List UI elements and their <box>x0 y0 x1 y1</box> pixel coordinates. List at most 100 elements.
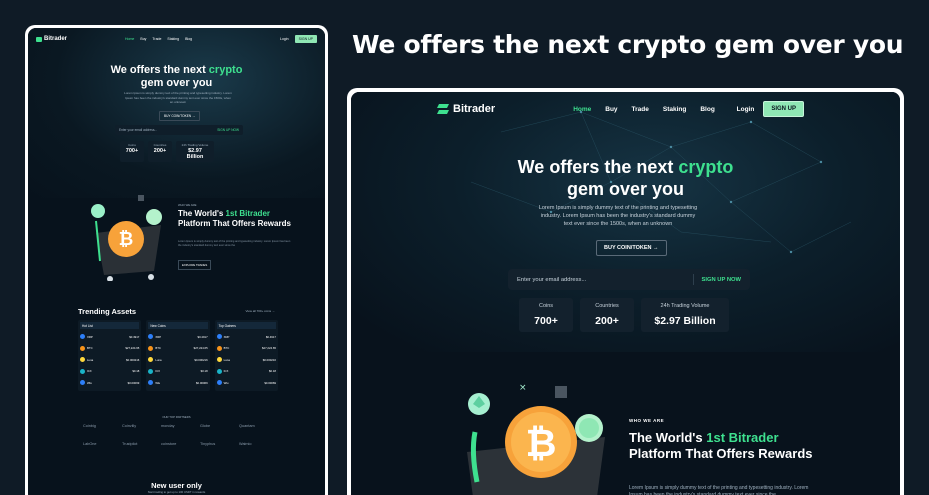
coin-icon <box>216 368 222 374</box>
partner-logo: monday <box>161 424 175 428</box>
table-row[interactable]: Wlu $0.00069 <box>216 377 276 389</box>
stat-value: $2.97 Billion <box>654 315 716 327</box>
mini-nav-staking[interactable]: Staking <box>167 37 179 41</box>
svg-text:₿: ₿ <box>526 423 557 465</box>
table-row[interactable]: Luna $0.000216 <box>148 354 208 366</box>
stat-label: 24h Trading Volume <box>660 303 710 309</box>
trending-assets-title: Trending Assets <box>78 307 137 316</box>
logo-icon <box>437 104 449 114</box>
mini-buy-coin-button[interactable]: BUY COIN/TOKEN → <box>159 111 201 121</box>
coin-cell: ICX <box>216 368 228 374</box>
signup-now-button[interactable]: SIGN UP NOW <box>701 277 741 283</box>
table-row[interactable]: XRP $0.4917 <box>80 331 139 343</box>
buy-coin-button[interactable]: BUY COIN/TOKEN → <box>596 240 667 256</box>
mini-nav-trade[interactable]: Trade <box>152 37 161 41</box>
coin-icon <box>80 334 85 340</box>
table-row[interactable]: XRP $0.4917 <box>148 331 208 343</box>
coin-icon <box>216 357 222 363</box>
coin-symbol: Wlu <box>87 380 92 385</box>
table-row[interactable]: ICX $0.18 <box>80 366 139 378</box>
mini-login-link[interactable]: Login <box>280 37 289 41</box>
partner-logo: LabOne <box>83 442 97 446</box>
coin-icon <box>80 368 85 374</box>
hero-preview-card: Bitrader Home Buy Trade Staking Blog Log… <box>347 88 904 495</box>
mini-email-placeholder[interactable]: Enter your email address... <box>119 128 157 132</box>
coin-cell: XRP <box>216 334 229 340</box>
mini-hero-subtitle: Lorem Ipsum is simply dummy text of the … <box>124 91 232 104</box>
nav-staking[interactable]: Staking <box>663 106 686 113</box>
table-row[interactable]: Wlu $0.00069 <box>80 377 139 389</box>
mini-nav-home[interactable]: Home <box>125 37 134 41</box>
coin-price: $0.18 <box>200 369 208 374</box>
about-title: The World's 1st Bitrader Platform That O… <box>629 430 813 461</box>
hero-preview: Bitrader Home Buy Trade Staking Blog Log… <box>351 92 900 495</box>
nav-buy[interactable]: Buy <box>605 106 617 113</box>
email-signup-form: Enter your email address... SIGN UP NOW <box>508 269 750 290</box>
mini-navbar: Bitrader Home Buy Trade Staking Blog Log… <box>36 34 317 44</box>
view-all-coins-link[interactable]: View all 700+ coins → <box>245 309 275 313</box>
signup-button[interactable]: SIGN UP <box>763 101 804 117</box>
table-row[interactable]: Luna $0.000216 <box>80 354 139 366</box>
coin-price: $0.4917 <box>265 334 276 339</box>
login-link[interactable]: Login <box>737 106 755 113</box>
nav-home[interactable]: Home <box>573 106 591 113</box>
mini-about-eyebrow: WHO WE ARE <box>178 203 197 207</box>
brand-logo[interactable]: Bitrader <box>437 103 495 115</box>
mini-logo[interactable]: Bitrader <box>36 36 67 42</box>
coin-price: $0.000216 <box>194 357 208 362</box>
partner-logo: Coinvilly <box>122 424 137 428</box>
coin-price: $0.4917 <box>129 334 140 339</box>
coin-icon <box>80 380 85 386</box>
coin-price: $0.00069 <box>195 380 208 385</box>
trending-table: Hot List XRP $0.4917 BTC $27,224.65 Luna $0.00… <box>78 320 142 391</box>
full-page-preview: Bitrader Home Buy Trade Staking Blog Log… <box>28 28 325 495</box>
coin-symbol: Wlu <box>223 380 229 385</box>
trending-table-header[interactable]: Top Gainers <box>216 322 276 329</box>
mini-explore-trades-button[interactable]: EXPLORE TRADES <box>178 260 212 270</box>
coin-symbol: Wlu <box>155 380 161 385</box>
table-row[interactable]: BTC $27,224.65 <box>216 343 276 355</box>
coin-symbol: XRP <box>155 334 162 339</box>
crypto-cart-illustration: ₿ <box>91 195 162 281</box>
table-row[interactable]: Wlu $0.00069 <box>148 377 208 389</box>
coin-symbol: XRP <box>87 334 93 339</box>
partner-logo: Tinyphus <box>200 442 216 446</box>
coin-symbol: Luna <box>155 357 162 362</box>
coin-symbol: BTC <box>87 346 93 351</box>
mini-signup-button[interactable]: SIGN UP <box>294 35 317 43</box>
coin-cell: BTC <box>80 345 93 351</box>
coin-icon <box>80 357 85 363</box>
table-row[interactable]: Luna $0.000216 <box>216 354 276 366</box>
mini-stats: Coins 700+ Countries 200+ 24h Trading Volu… <box>120 141 214 162</box>
coin-cell: BTC <box>216 345 230 351</box>
full-page-preview-card: Bitrader Home Buy Trade Staking Blog Log… <box>25 25 328 495</box>
trending-table-header[interactable]: Hot List <box>80 322 140 329</box>
coin-icon <box>148 334 154 340</box>
table-row[interactable]: XRP $0.4917 <box>216 331 276 343</box>
coin-price: $0.00069 <box>127 380 140 385</box>
coin-cell: Wlu <box>80 380 92 386</box>
nav-trade[interactable]: Trade <box>632 106 649 113</box>
nav-links: Home Buy Trade Staking Blog <box>573 106 715 113</box>
mini-nav-blog[interactable]: Blog <box>185 37 192 41</box>
email-input[interactable]: Enter your email address... <box>517 277 586 283</box>
trending-tables: Hot List XRP $0.4917 BTC $27,224.65 Luna $0.00… <box>78 320 278 391</box>
coin-cell: BTC <box>148 345 161 351</box>
table-row[interactable]: ICX $0.18 <box>216 366 276 378</box>
partner-logo: Globe <box>200 424 211 428</box>
coin-cell: Luna <box>80 357 93 363</box>
table-row[interactable]: BTC $27,224.65 <box>80 343 139 355</box>
coin-symbol: BTC <box>223 346 230 351</box>
mini-signup-now-button[interactable]: SIGN UP NOW <box>217 128 239 132</box>
navbar: Bitrader Home Buy Trade Staking Blog Log… <box>437 100 804 118</box>
coin-price: $27,224.65 <box>261 346 276 351</box>
mini-nav-buy[interactable]: Buy <box>140 37 146 41</box>
coin-cell: XRP <box>80 334 93 340</box>
mini-email-form[interactable]: Enter your email address... SIGN UP NOW <box>115 125 243 135</box>
nav-blog[interactable]: Blog <box>700 106 714 113</box>
table-row[interactable]: BTC $27,224.65 <box>148 343 208 355</box>
trending-table-header[interactable]: New Coins <box>148 322 208 329</box>
table-row[interactable]: ICX $0.18 <box>148 366 208 378</box>
mini-stat-countries: Countries 200+ <box>148 141 172 162</box>
coin-cell: ICX <box>80 368 92 374</box>
